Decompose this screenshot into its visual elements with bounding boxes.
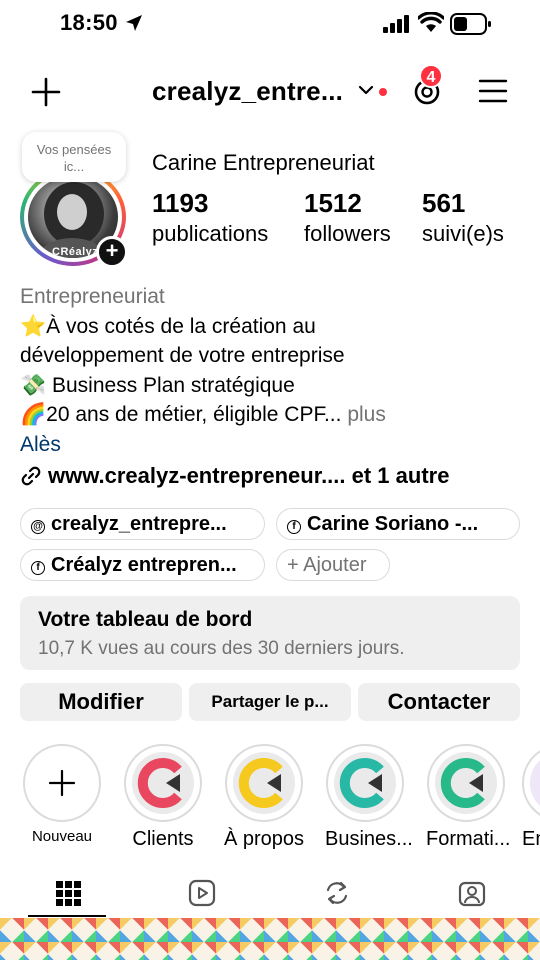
full-name: Carine Entrepreneuriat: [152, 150, 375, 175]
stat-label: suivi(e)s: [422, 221, 504, 246]
highlight-about[interactable]: À propos: [224, 744, 304, 851]
bio-line-last: 🌈20 ans de métier, éligible CPF... plus: [20, 400, 520, 430]
contact-button[interactable]: Contacter: [358, 683, 520, 721]
external-link-row[interactable]: www.crealyz-entrepreneur.... et 1 autre: [20, 463, 449, 489]
add-link-chip[interactable]: + Ajouter: [276, 549, 390, 581]
stat-following[interactable]: 561 suivi(e)s: [422, 188, 504, 247]
note-bubble[interactable]: Vos pensées ic...: [22, 132, 126, 182]
edit-profile-button[interactable]: Modifier: [20, 683, 182, 721]
tab-tagged-icon[interactable]: [457, 878, 487, 908]
crealyz-logo-icon: [137, 758, 182, 808]
chevron-down-icon[interactable]: [358, 84, 374, 96]
share-profile-button[interactable]: Partager le p...: [189, 683, 351, 721]
tab-posts-grid-icon[interactable]: [53, 878, 83, 908]
plus-icon: [48, 769, 76, 797]
tab-reposts-icon[interactable]: [322, 878, 352, 908]
stat-value: 1193: [152, 188, 209, 218]
highlight-label: À propos: [224, 828, 305, 850]
bio-line: ⭐À vos cotés de la création au: [20, 314, 316, 338]
highlight-circle: [124, 744, 202, 822]
crealyz-logo-icon: [440, 758, 485, 808]
wifi-icon: [418, 12, 444, 32]
chip-label: Créalyz entrepren...: [51, 554, 237, 576]
highlight-clients[interactable]: Clients: [123, 744, 203, 851]
professional-dashboard[interactable]: Votre tableau de bord 10,7 K vues au cou…: [20, 596, 520, 670]
facebook-page-chip[interactable]: f Créalyz entrepren...: [20, 549, 265, 581]
bio-location-link[interactable]: Alès: [20, 430, 520, 460]
status-bar: 18:50: [0, 0, 540, 48]
highlight-circle: [522, 744, 540, 822]
posts-grid-preview[interactable]: [0, 918, 540, 960]
crealyz-logo-icon: [339, 758, 384, 808]
battery-icon: [450, 13, 491, 35]
highlight-label: En: [522, 828, 540, 850]
external-link-text[interactable]: www.crealyz-entrepreneur....: [48, 463, 346, 488]
highlight-label: Busines...: [325, 828, 413, 850]
chip-label: Carine Soriano -...: [307, 513, 479, 535]
dashboard-title: Votre tableau de bord: [38, 608, 253, 631]
highlight-circle: [225, 744, 303, 822]
active-tab-indicator: [28, 915, 106, 917]
cellular-signal-icon: [383, 15, 409, 33]
highlight-label: Formati...: [426, 828, 511, 850]
notification-badge: 4: [419, 64, 443, 88]
add-story-button[interactable]: +: [96, 236, 128, 268]
highlight-circle: [326, 744, 404, 822]
unread-dot: [379, 88, 387, 96]
chip-label: crealyz_entrepre...: [51, 513, 227, 535]
highlight-formation[interactable]: Formati...: [426, 744, 511, 851]
note-text: Vos pensées ic...: [36, 142, 112, 174]
location-arrow-icon: [126, 15, 142, 31]
external-link-more[interactable]: et 1 autre: [346, 463, 450, 488]
highlight-label: Nouveau: [31, 828, 93, 845]
profile-header: crealyz_entre... 4: [0, 64, 540, 118]
highlight-partial[interactable]: En: [522, 744, 540, 851]
highlight-circle: [23, 744, 101, 822]
bio-more-link[interactable]: plus: [341, 403, 386, 426]
bio-line: développement de votre entreprise: [20, 344, 345, 367]
tab-reels-icon[interactable]: [187, 878, 217, 908]
bio-line: 💸 Business Plan stratégique: [20, 373, 295, 397]
highlight-new[interactable]: Nouveau: [22, 744, 102, 845]
stat-value: 561: [422, 188, 466, 218]
status-time: 18:50: [60, 10, 118, 35]
chip-label: + Ajouter: [287, 554, 367, 576]
facebook-icon: f: [287, 520, 301, 534]
threads-profile-chip[interactable]: @ crealyz_entrepre...: [20, 508, 265, 540]
highlight-circle: [427, 744, 505, 822]
threads-icon: @: [31, 520, 45, 534]
bio-category: Entrepreneuriat: [20, 285, 165, 308]
crealyz-logo-icon: [238, 758, 283, 808]
stat-label: publications: [152, 221, 269, 246]
hamburger-menu-icon[interactable]: [478, 78, 508, 104]
highlight-label: Clients: [132, 828, 194, 850]
avatar-brand-text: CRéalyz: [52, 246, 99, 258]
profile-tabs: [0, 870, 540, 918]
stat-publications[interactable]: 1193 publications: [152, 188, 268, 247]
stat-value: 1512: [304, 188, 362, 218]
link-icon: [21, 466, 41, 486]
highlight-business[interactable]: Busines...: [325, 744, 413, 851]
username-switcher[interactable]: crealyz_entre...: [152, 76, 343, 107]
create-plus-icon[interactable]: [30, 76, 62, 108]
stat-followers[interactable]: 1512 followers: [304, 188, 391, 247]
dashboard-subtitle: 10,7 K vues au cours des 30 derniers jou…: [38, 638, 405, 659]
facebook-profile-chip[interactable]: f Carine Soriano -...: [276, 508, 520, 540]
stat-label: followers: [304, 221, 391, 246]
bio: Entrepreneuriat ⭐À vos cotés de la créat…: [20, 282, 520, 459]
facebook-icon: f: [31, 561, 45, 575]
bio-line: 🌈20 ans de métier, éligible CPF...: [20, 403, 342, 426]
